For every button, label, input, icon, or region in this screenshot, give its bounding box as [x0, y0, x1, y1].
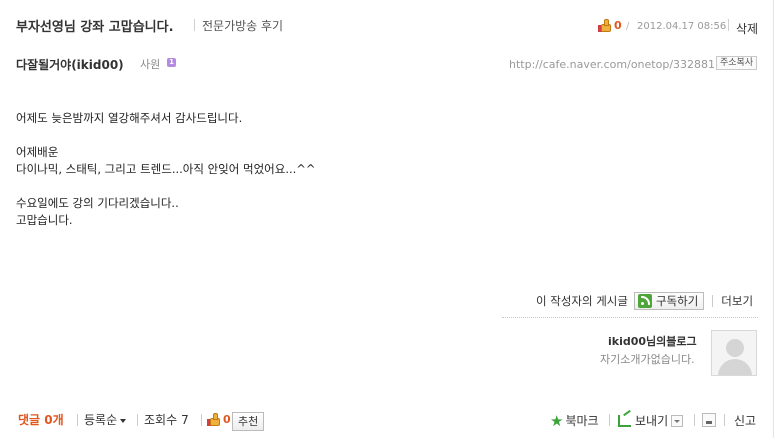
post-title: 부자선영님 강좌 고맙습니다.	[16, 20, 174, 35]
divider	[77, 414, 78, 426]
comment-count: 0개	[44, 413, 64, 427]
bookmark-button[interactable]: ★ 북마크	[550, 412, 599, 429]
divider	[201, 414, 202, 426]
divider	[609, 414, 610, 426]
post-date: 2012.04.17 08:56	[637, 21, 727, 32]
author-name[interactable]: 다잘될거야(ikid00)	[16, 56, 124, 73]
divider	[137, 414, 138, 426]
divider	[724, 414, 725, 426]
like-button[interactable]: 0	[598, 19, 622, 32]
content-line: 어제배운	[16, 145, 59, 159]
blog-intro: 자기소개가없습니다.	[600, 353, 695, 366]
sort-label: 등록순	[84, 413, 118, 427]
divider	[694, 414, 695, 426]
blog-name-link[interactable]: ikid00님의블로그	[608, 333, 697, 349]
rank-badge-icon: 1	[167, 58, 176, 67]
caret-down-icon	[120, 418, 127, 423]
delete-link[interactable]: 삭제	[736, 20, 758, 37]
more-link[interactable]: 더보기	[721, 293, 753, 309]
rss-icon	[637, 294, 652, 308]
post-category-link[interactable]: 전문가방송 후기	[202, 17, 283, 34]
avatar-body-shape	[718, 359, 752, 375]
post-view: 부자선영님 강좌 고맙습니다. 전문가방송 후기 0 / 2012.04.17 …	[0, 0, 774, 438]
copy-address-button[interactable]: 주소복사	[716, 56, 758, 70]
content-line: 어제도 늦은밤까지 열강해주셔서 감사드립니다.	[16, 111, 243, 125]
sort-dropdown[interactable]: 등록순	[84, 411, 127, 428]
share-arrow-icon	[618, 414, 631, 427]
avatar[interactable]	[711, 330, 757, 376]
content-line: 다이나믹, 스태틱, 그리고 트렌드...아직 안잊어 먹었어요...^^	[16, 162, 316, 176]
thumbs-up-icon	[207, 413, 221, 426]
comment-label: 댓글	[18, 413, 41, 427]
recommend-button[interactable]: 추천	[232, 412, 265, 431]
writer-posts-link[interactable]: 이 작성자의 게시글	[536, 293, 628, 309]
subscribe-button[interactable]: 구독하기	[633, 292, 705, 310]
send-options-dropdown[interactable]	[671, 414, 684, 427]
footer-like-count: 0	[223, 413, 231, 426]
send-button[interactable]: 보내기	[618, 412, 684, 429]
view-count: 조회수 7	[144, 411, 189, 428]
report-link[interactable]: 신고	[734, 412, 756, 429]
star-icon: ★	[550, 411, 564, 430]
divider	[712, 295, 714, 307]
post-url[interactable]: http://cafe.naver.com/onetop/332881	[509, 58, 715, 71]
subscribe-label: 구독하기	[655, 294, 699, 308]
like-count: 0	[614, 19, 622, 32]
footer-like-button[interactable]: 0	[207, 413, 231, 426]
save-icon[interactable]	[702, 413, 716, 427]
post-footer: 댓글 0개 등록순 조회수 7 0 추천 ★ 북마크 보내기 신고	[0, 406, 774, 436]
divider	[194, 19, 195, 31]
views-count: 7	[181, 413, 189, 427]
content-line: 고맙습니다.	[16, 213, 73, 227]
bookmark-label: 북마크	[565, 414, 599, 428]
comment-toggle[interactable]: 댓글 0개	[18, 411, 64, 428]
thumbs-up-icon	[598, 19, 612, 32]
avatar-head-shape	[726, 339, 744, 357]
post-content: 어제도 늦은밤까지 열강해주셔서 감사드립니다. 어제배운 다이나믹, 스태틱,…	[16, 110, 316, 229]
member-rank: 사원	[140, 58, 161, 71]
divider	[728, 19, 729, 31]
send-label: 보내기	[635, 414, 669, 428]
divider: /	[626, 21, 630, 32]
content-line: 수요일에도 강의 기다리겠습니다..	[16, 196, 179, 210]
writer-posts-row: 이 작성자의 게시글 구독하기 더보기	[536, 292, 753, 310]
dotted-divider	[502, 317, 758, 318]
views-label: 조회수	[144, 413, 178, 427]
